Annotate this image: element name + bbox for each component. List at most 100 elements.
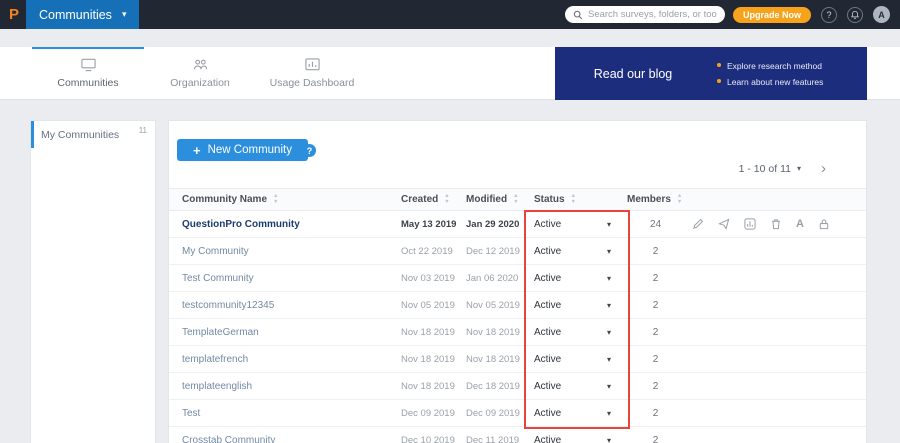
status-dropdown[interactable]: Active ▾ [534, 435, 627, 443]
top-navbar: P Communities ▾ Upgrade Now ? A [0, 0, 900, 29]
members-count: 2 [652, 299, 659, 311]
lock-icon[interactable] [818, 218, 830, 230]
created-date: Dec 09 2019 [401, 407, 455, 419]
column-header-created[interactable]: Created ▲ ▼ [401, 193, 466, 206]
notifications-bell-icon[interactable] [847, 6, 863, 23]
modified-date: Jan 29 2020 [466, 218, 520, 230]
tab-usage-dashboard[interactable]: Usage Dashboard [256, 47, 368, 99]
tab-label: Usage Dashboard [269, 77, 355, 89]
status-dropdown[interactable]: Active ▾ [534, 246, 627, 257]
read-blog-banner[interactable]: Read our blog Explore research method Le… [555, 47, 867, 100]
modified-date: Dec 11 2019 [466, 434, 520, 443]
chevron-down-icon: ▾ [606, 381, 611, 391]
tab-label: Organization [170, 77, 230, 89]
app-switcher-communities[interactable]: Communities ▾ [26, 0, 140, 29]
created-date: Oct 22 2019 [401, 245, 453, 257]
communities-panel: + New Community ? 1 - 10 of 11 ▾ › Commu… [168, 120, 867, 443]
status-dropdown[interactable]: Active ▾ [534, 354, 627, 365]
sort-icon[interactable]: ▲ ▼ [513, 193, 518, 206]
community-name-link[interactable]: Test [182, 408, 401, 419]
chevron-down-icon: ▾ [606, 300, 611, 310]
modified-date: Dec 18 2019 [466, 380, 520, 392]
community-name-link[interactable]: Test Community [182, 273, 401, 284]
people-group-icon [193, 59, 207, 70]
search-icon [573, 10, 583, 19]
monitor-icon [80, 58, 96, 72]
chevron-down-icon: ▾ [606, 219, 611, 229]
modified-date: Dec 09 2019 [466, 407, 520, 419]
modified-date: Jan 06 2020 [466, 272, 519, 284]
app-switcher-label: Communities [39, 7, 112, 22]
community-name-link[interactable]: templatefrench [182, 354, 401, 365]
column-header-status[interactable]: Status ▲ ▼ [534, 193, 627, 206]
community-name-link[interactable]: templateenglish [182, 381, 401, 392]
column-header-members[interactable]: Members ▲ ▼ [627, 193, 684, 206]
sidebar-item-my-communities[interactable]: My Communities 11 [31, 121, 155, 148]
column-header-community-name[interactable]: Community Name ▲ ▼ [182, 193, 401, 206]
status-dropdown[interactable]: Active ▾ [534, 219, 627, 230]
pagination: 1 - 10 of 11 ▾ › [739, 161, 826, 176]
community-name-link[interactable]: QuestionPro Community [182, 219, 401, 230]
chevron-down-icon: ▾ [121, 9, 127, 19]
modified-date: Nov 18 2019 [466, 326, 520, 338]
sort-icon[interactable]: ▲ ▼ [571, 193, 576, 206]
community-name-link[interactable]: testcommunity12345 [182, 300, 401, 311]
edit-icon[interactable] [692, 218, 704, 230]
upgrade-now-button[interactable]: Upgrade Now [732, 6, 811, 23]
sort-icon[interactable]: ▲ ▼ [677, 193, 682, 206]
banner-bullet: Explore research method [717, 61, 867, 71]
communities-sidebar: My Communities 11 [30, 120, 156, 443]
tab-communities[interactable]: Communities [32, 47, 144, 99]
created-date: Nov 18 2019 [401, 353, 455, 365]
branding-icon[interactable]: A [796, 218, 804, 230]
tab-label: Communities [57, 77, 119, 89]
bullet-dot-icon [717, 78, 721, 83]
status-dropdown[interactable]: Active ▾ [534, 327, 627, 338]
members-count: 2 [652, 245, 659, 257]
global-search[interactable] [564, 6, 725, 23]
table-header-row: Community Name ▲ ▼ Created ▲ ▼ Modified ▲ ▼ Statu… [169, 188, 866, 211]
chevron-down-icon: ▾ [606, 408, 611, 418]
delete-icon[interactable] [770, 218, 782, 230]
community-name-link[interactable]: TemplateGerman [182, 327, 401, 338]
members-count: 2 [652, 272, 659, 284]
user-avatar[interactable]: A [873, 6, 890, 23]
chevron-down-icon: ▾ [606, 354, 611, 364]
status-dropdown[interactable]: Active ▾ [534, 300, 627, 311]
column-header-modified[interactable]: Modified ▲ ▼ [466, 193, 534, 206]
banner-title: Read our blog [593, 66, 673, 81]
tab-organization[interactable]: Organization [144, 47, 256, 99]
modified-date: Nov 05 2019 [466, 299, 520, 311]
status-dropdown[interactable]: Active ▾ [534, 273, 627, 284]
members-count: 24 [649, 218, 662, 230]
chevron-down-icon: ▾ [606, 327, 611, 337]
status-dropdown[interactable]: Active ▾ [534, 408, 627, 419]
search-input[interactable] [587, 9, 717, 20]
new-community-button[interactable]: + New Community [177, 139, 308, 161]
created-date: Nov 18 2019 [401, 380, 455, 392]
sidebar-item-label: My Communities [41, 128, 120, 141]
sort-icon[interactable]: ▲ ▼ [273, 193, 278, 206]
table-row: templatefrench Nov 18 2019 Nov 18 2019 Acti… [169, 346, 866, 373]
modified-date: Dec 12 2019 [466, 245, 520, 257]
table-row: Test Dec 09 2019 Dec 09 2019 Active ▾ 2 [169, 400, 866, 427]
report-icon[interactable] [744, 218, 756, 230]
chevron-down-icon: ▾ [606, 273, 611, 283]
members-count: 2 [652, 380, 659, 392]
pagination-range-dropdown[interactable]: 1 - 10 of 11 ▾ [739, 163, 801, 175]
community-name-link[interactable]: My Community [182, 246, 401, 257]
bullet-dot-icon [717, 62, 721, 67]
community-name-link[interactable]: Crosstab Community [182, 435, 401, 443]
created-date: May 13 2019 [401, 218, 457, 230]
send-icon[interactable] [718, 218, 730, 230]
sort-icon[interactable]: ▲ ▼ [444, 193, 449, 206]
new-community-help-icon[interactable]: ? [303, 144, 316, 157]
table-row: QuestionPro Community May 13 2019 Jan 29 2… [169, 211, 866, 238]
members-count: 2 [652, 407, 659, 419]
table-row: My Community Oct 22 2019 Dec 12 2019 Active… [169, 238, 866, 265]
chevron-down-icon: ▾ [606, 246, 611, 256]
next-page-icon[interactable]: › [821, 161, 826, 176]
table-row: testcommunity12345 Nov 05 2019 Nov 05 2019… [169, 292, 866, 319]
help-icon[interactable]: ? [821, 6, 837, 23]
status-dropdown[interactable]: Active ▾ [534, 381, 627, 392]
